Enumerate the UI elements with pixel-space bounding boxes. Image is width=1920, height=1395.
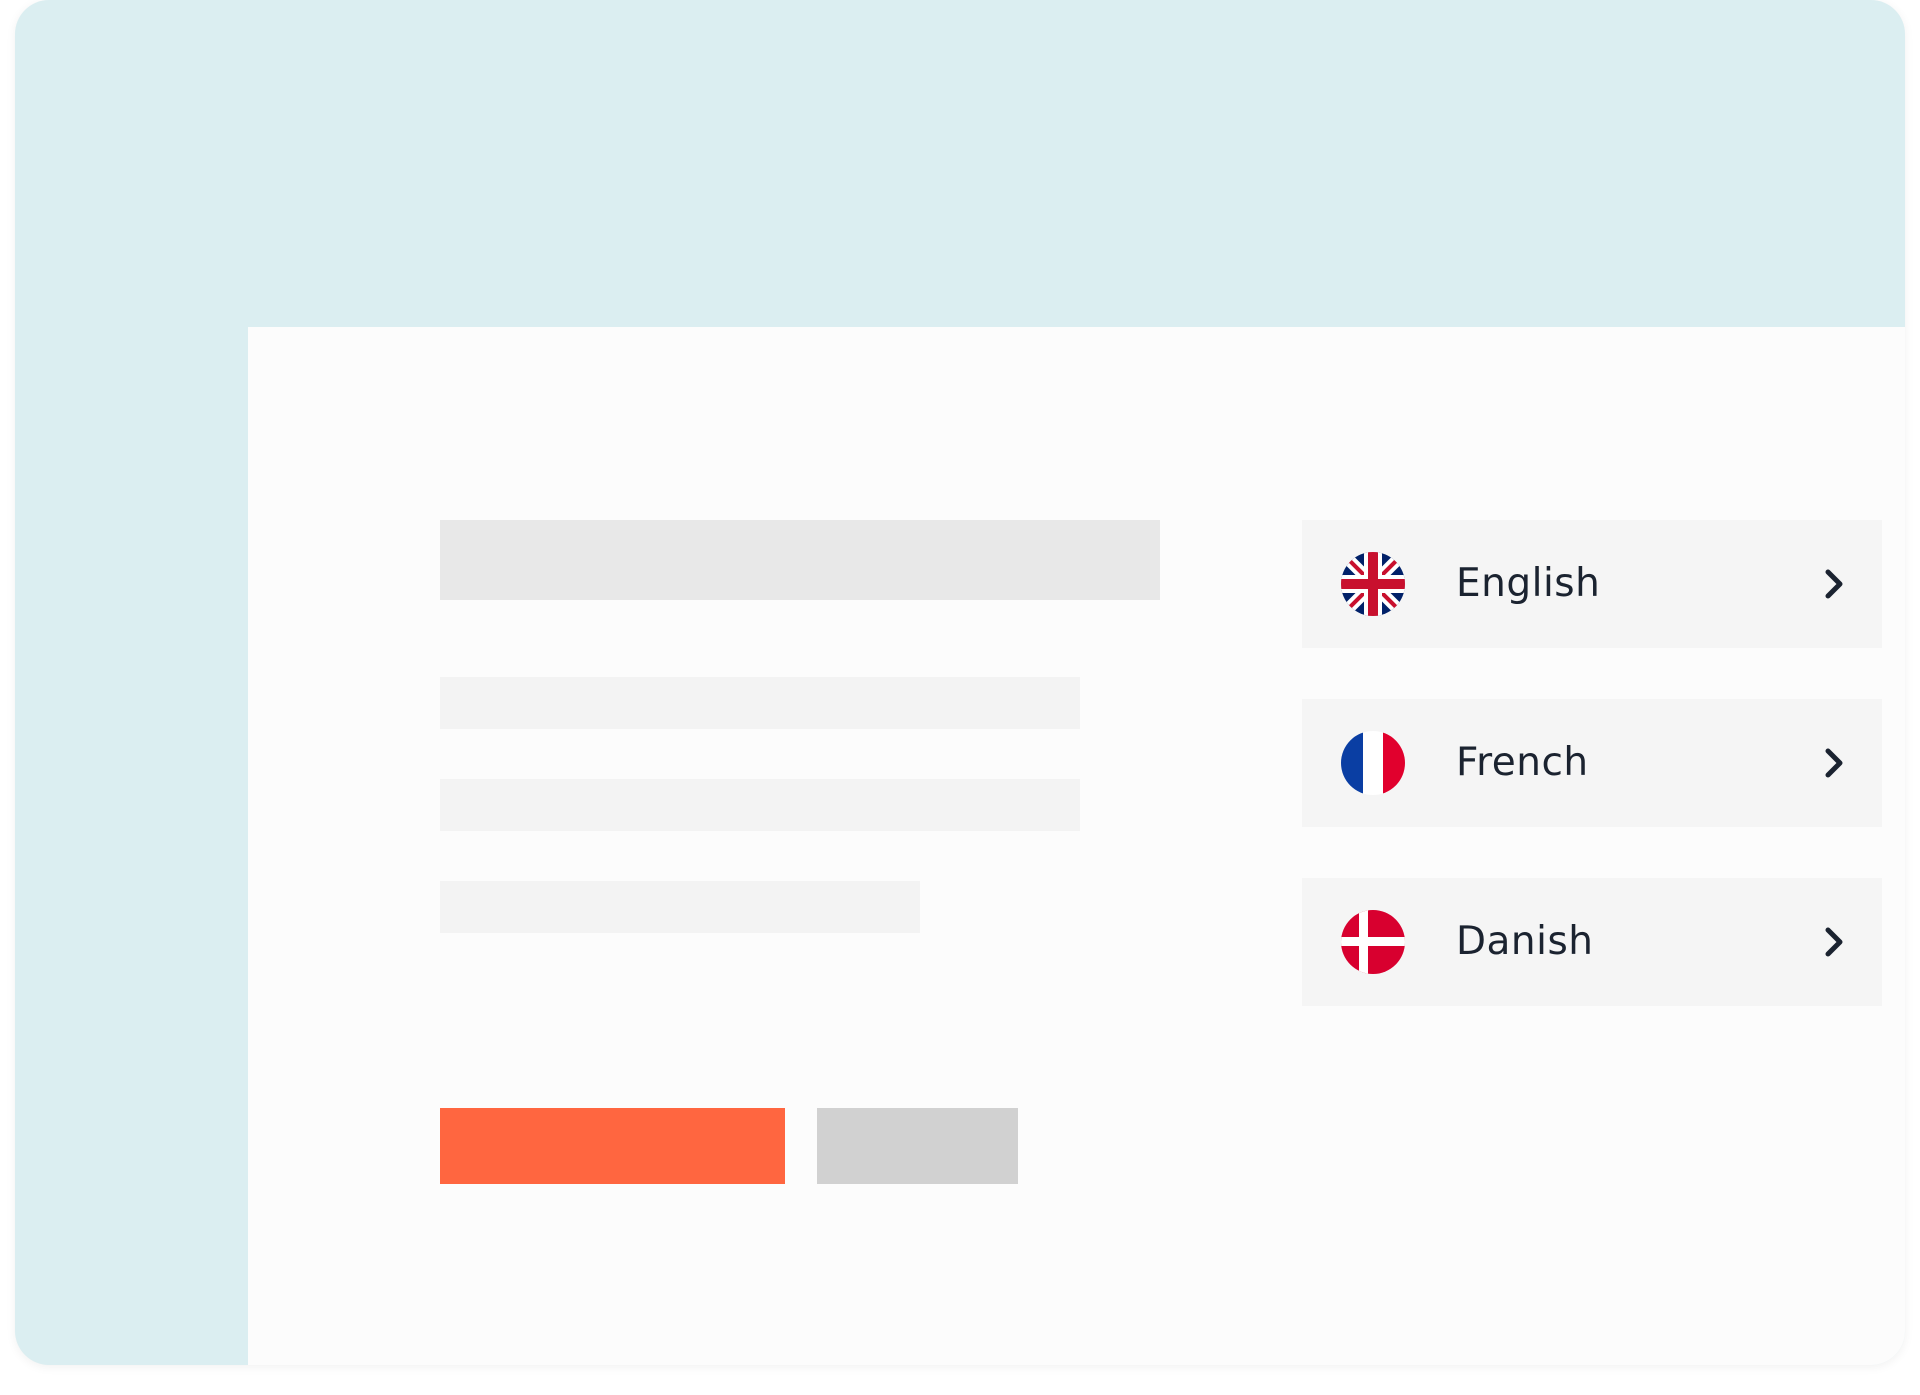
- text-line-placeholder: [440, 779, 1080, 831]
- language-option-english[interactable]: English: [1302, 520, 1882, 648]
- text-line-placeholder: [440, 677, 1080, 729]
- secondary-button[interactable]: [817, 1108, 1018, 1184]
- uk-flag-icon: [1341, 552, 1405, 616]
- app-window: English French Danish: [15, 0, 1905, 1365]
- denmark-flag-icon: [1341, 910, 1405, 974]
- language-label: Danish: [1456, 919, 1594, 964]
- language-label: French: [1456, 740, 1589, 785]
- heading-placeholder: [440, 520, 1160, 600]
- language-option-danish[interactable]: Danish: [1302, 878, 1882, 1006]
- language-label: English: [1456, 561, 1601, 606]
- chevron-right-icon: [1816, 924, 1852, 960]
- france-flag-icon: [1341, 731, 1405, 795]
- chevron-right-icon: [1816, 745, 1852, 781]
- chevron-right-icon: [1816, 566, 1852, 602]
- language-option-french[interactable]: French: [1302, 699, 1882, 827]
- text-line-placeholder: [440, 881, 920, 933]
- primary-button[interactable]: [440, 1108, 785, 1184]
- content-panel: English French Danish: [248, 327, 1905, 1365]
